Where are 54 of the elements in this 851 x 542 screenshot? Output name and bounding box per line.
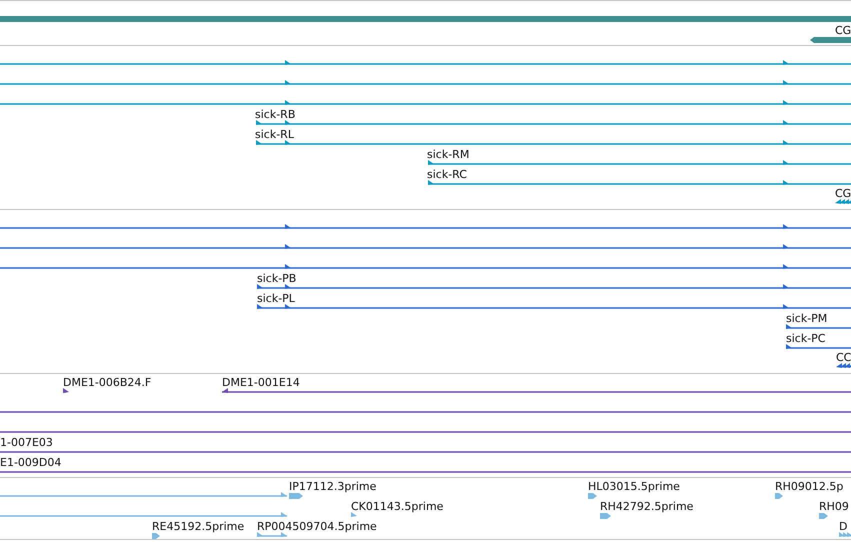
feature-block-arrow[interactable] [289, 493, 303, 499]
transcript-line[interactable] [257, 284, 851, 289]
transcript-line[interactable] [63, 388, 69, 393]
feature-block-arrow[interactable] [810, 37, 851, 43]
feature-label: RH09012.5p [775, 480, 844, 493]
transcript-line[interactable] [256, 120, 851, 125]
transcript-line[interactable] [428, 160, 851, 165]
feature-label: E1-009D04 [0, 456, 62, 469]
feature-label: CK01143.5prime [351, 500, 444, 513]
feature-label: sick-PB [257, 272, 296, 285]
feature-label: D [839, 520, 848, 533]
arrowhead-cluster[interactable] [839, 532, 851, 537]
feature-label: DME1-006B24.F [63, 376, 152, 389]
feature-label: CG [835, 187, 851, 200]
transcript-line[interactable] [0, 244, 851, 249]
feature-label: sick-PM [786, 312, 828, 325]
feature-label: HL03015.5prime [588, 480, 680, 493]
feature-label: IP17112.3prime [289, 480, 376, 493]
transcript-line[interactable] [0, 80, 851, 85]
transcript-line[interactable] [0, 411, 851, 413]
feature-label: sick-RL [255, 128, 294, 141]
transcript-line[interactable] [256, 140, 851, 145]
feature-block-arrow[interactable] [819, 513, 828, 519]
feature-block-arrow[interactable] [775, 493, 783, 499]
feature-label: RH09 [819, 500, 849, 513]
transcript-line[interactable] [0, 264, 851, 269]
feature-label: CC [836, 351, 851, 364]
arrowhead-cluster[interactable] [836, 363, 851, 368]
transcript-line[interactable] [786, 344, 851, 349]
transcript-line[interactable] [0, 451, 851, 453]
feature-label: DME1-001E14 [222, 376, 300, 389]
transcript-line[interactable] [222, 388, 851, 393]
transcript-line[interactable] [0, 431, 851, 433]
feature-label: 1-007E03 [0, 436, 53, 449]
transcript-line[interactable] [0, 471, 851, 473]
feature-label: sick-RB [255, 108, 296, 121]
transcript-line[interactable] [786, 324, 851, 329]
feature-label: RH42792.5prime [600, 500, 694, 513]
transcript-line[interactable] [257, 304, 851, 309]
transcript-line[interactable] [0, 100, 851, 105]
feature-label: CG [835, 24, 851, 37]
arrowhead-cluster[interactable] [835, 199, 851, 204]
feature-label: sick-PL [257, 292, 295, 305]
feature-label: sick-RM [427, 148, 470, 161]
feature-label: RE45192.5prime [152, 520, 244, 533]
transcript-line[interactable] [0, 224, 851, 229]
feature-label: RP004509704.5prime [257, 520, 377, 533]
feature-block-arrow[interactable] [588, 493, 597, 499]
feature-block-arrow[interactable] [152, 533, 160, 539]
transcript-line[interactable] [0, 60, 851, 65]
feature-label: sick-RC [427, 168, 467, 181]
feature-block-arrow[interactable] [600, 513, 611, 519]
transcript-line[interactable] [428, 180, 851, 185]
feature-label: sick-PC [786, 332, 826, 345]
